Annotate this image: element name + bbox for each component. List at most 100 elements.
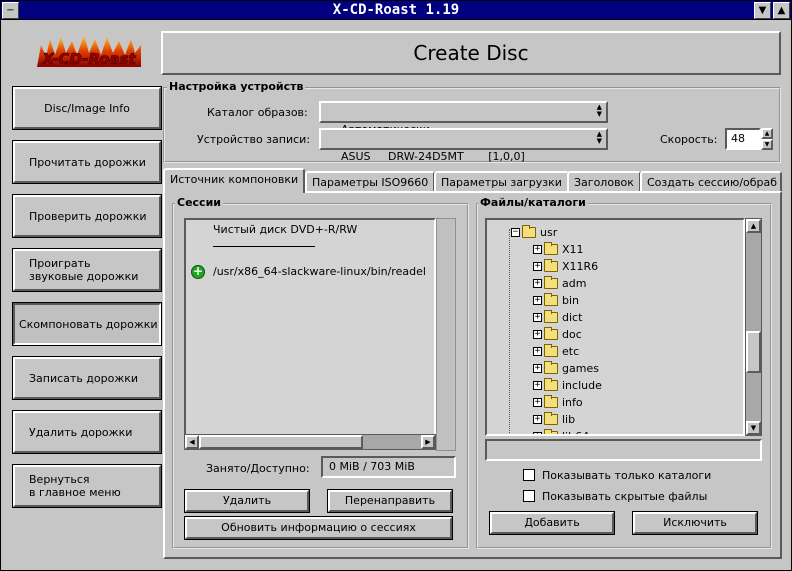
- folder-icon: [544, 259, 558, 272]
- tree-row[interactable]: + lib: [533, 411, 575, 428]
- chevron-updown-icon: ▲ ▼: [596, 130, 602, 145]
- tab-create-session[interactable]: Создать сессию/обраб: [640, 171, 782, 192]
- sidebar-item-back-main[interactable]: Вернуться в главное меню: [12, 464, 162, 508]
- expand-icon[interactable]: +: [533, 347, 542, 356]
- expand-icon[interactable]: +: [533, 313, 542, 322]
- path-entry[interactable]: [485, 439, 762, 461]
- delete-session-button[interactable]: Удалить: [184, 489, 310, 513]
- expand-icon[interactable]: +: [533, 279, 542, 288]
- tree-row[interactable]: + info: [533, 394, 583, 411]
- disc-type-text: Чистый диск DVD+-R/RW: [213, 223, 358, 236]
- speed-up-button[interactable]: ▲: [761, 128, 773, 139]
- tree-label: include: [562, 379, 602, 392]
- folder-icon: [544, 293, 558, 306]
- sessions-list[interactable]: Чистый диск DVD+-R/RW + /usr/x86_64-slac…: [184, 218, 436, 436]
- session-separator: [213, 237, 315, 247]
- show-hidden-label: Показывать скрытые файлы: [542, 490, 708, 503]
- image-dir-label: Каталог образов:: [207, 106, 308, 119]
- tab-iso9660[interactable]: Параметры ISO9660: [305, 171, 436, 192]
- file-tree[interactable]: − usr + X11 + X11R6 + adm + bin + dict + doc +…: [485, 218, 745, 436]
- tree-row[interactable]: + dict: [533, 309, 582, 326]
- show-hidden-checkbox[interactable]: [523, 490, 535, 502]
- show-dirs-only-label: Показывать только каталоги: [542, 469, 712, 482]
- scroll-thumb[interactable]: [199, 435, 363, 449]
- tree-row[interactable]: + bin: [533, 292, 579, 309]
- tree-label: doc: [562, 328, 582, 341]
- collapse-icon[interactable]: −: [511, 228, 520, 237]
- add-session-icon: +: [191, 264, 205, 279]
- expand-icon[interactable]: +: [533, 245, 542, 254]
- folder-open-icon: [522, 225, 536, 238]
- sidebar-item-write-tracks[interactable]: Записать дорожки: [12, 356, 162, 400]
- expand-icon[interactable]: +: [533, 262, 542, 271]
- tab-layout-source[interactable]: Источник компоновки: [163, 168, 306, 193]
- scroll-down-button[interactable]: ▼: [746, 421, 761, 435]
- refresh-sessions-button[interactable]: Обновить информацию о сессиях: [184, 516, 453, 540]
- tree-label: games: [562, 362, 599, 375]
- folder-icon: [544, 412, 558, 425]
- device-settings-title: Настройка устройств: [167, 80, 306, 93]
- scroll-up-button[interactable]: ▲: [746, 219, 761, 233]
- expand-icon[interactable]: +: [533, 296, 542, 305]
- scroll-thumb[interactable]: [746, 331, 761, 373]
- writer-select[interactable]: ASUS DRW-24D5MT [1,0,0] ▲ ▼: [319, 128, 608, 163]
- logo-text: X-CD-Roast: [41, 50, 136, 68]
- tree-row[interactable]: + X11R6: [533, 258, 598, 275]
- session-path: /usr/x86_64-slackware-linux/bin/readel: [213, 265, 426, 278]
- expand-icon[interactable]: +: [533, 398, 542, 407]
- expand-icon[interactable]: +: [533, 415, 542, 424]
- redirect-button[interactable]: Перенаправить: [327, 489, 453, 513]
- tree-row[interactable]: + doc: [533, 326, 582, 343]
- sidebar-item-disc-info[interactable]: Disc/Image Info: [12, 86, 162, 130]
- expand-icon[interactable]: +: [533, 364, 542, 373]
- window-title: X-CD-Roast 1.19: [332, 2, 460, 18]
- tree-row[interactable]: + games: [533, 360, 599, 377]
- sidebar-item-verify-tracks[interactable]: Проверить дорожки: [12, 194, 162, 238]
- image-dir-select[interactable]: Автоматически ▲▼: [319, 101, 608, 136]
- show-dirs-only-checkbox[interactable]: [523, 469, 535, 481]
- expand-icon[interactable]: +: [533, 330, 542, 339]
- tree-row[interactable]: + etc: [533, 343, 579, 360]
- tab-header[interactable]: Заголовок: [567, 171, 641, 192]
- sidebar-item-play-audio[interactable]: Проиграть звуковые дорожки: [12, 248, 162, 292]
- tree-label: usr: [540, 226, 558, 239]
- expand-icon[interactable]: +: [533, 381, 542, 390]
- tree-label: bin: [562, 294, 580, 307]
- exclude-button[interactable]: Исключить: [632, 511, 758, 535]
- speed-input[interactable]: 48: [725, 128, 761, 150]
- scroll-right-button[interactable]: ▶: [421, 435, 435, 449]
- tree-row[interactable]: + adm: [533, 275, 586, 292]
- sessions-title: Сессии: [175, 196, 223, 209]
- tree-row-root[interactable]: − usr: [511, 224, 557, 241]
- expand-icon[interactable]: +: [533, 432, 542, 434]
- used-available-label: Занято/Доступно:: [206, 462, 310, 475]
- tree-row[interactable]: + lib64: [533, 428, 589, 434]
- folder-icon: [544, 242, 558, 255]
- tree-row[interactable]: + include: [533, 377, 602, 394]
- tree-label: X11R6: [562, 260, 599, 273]
- speed-down-button[interactable]: ▼: [761, 139, 773, 150]
- scroll-left-button[interactable]: ◀: [185, 435, 199, 449]
- maximize-button[interactable]: ▲: [773, 2, 790, 19]
- minimize-button[interactable]: ▼: [754, 2, 771, 19]
- tab-boot-options[interactable]: Параметры загрузки: [434, 171, 569, 192]
- xcdroast-logo: X-CD-Roast: [37, 35, 141, 68]
- folder-icon: [544, 327, 558, 340]
- files-title: Файлы/каталоги: [478, 196, 588, 209]
- add-button[interactable]: Добавить: [489, 511, 615, 535]
- sidebar-item-master-tracks[interactable]: Скомпоновать дорожки: [12, 302, 162, 346]
- sessions-hscrollbar[interactable]: ◀ ▶: [184, 434, 436, 450]
- folder-icon: [544, 276, 558, 289]
- sessions-side-strip: [436, 218, 456, 451]
- tree-label: X11: [562, 243, 584, 256]
- tree-row[interactable]: + X11: [533, 241, 584, 258]
- tree-label: dict: [562, 311, 583, 324]
- app-window: − X-CD-Roast 1.19 ▼ ▲ X-CD-Roast Create …: [0, 0, 792, 571]
- tree-label: info: [562, 396, 583, 409]
- title-bar[interactable]: − X-CD-Roast 1.19 ▼ ▲: [1, 1, 791, 20]
- sidebar-item-delete-tracks[interactable]: Удалить дорожки: [12, 410, 162, 454]
- sidebar-item-read-tracks[interactable]: Прочитать дорожки: [12, 140, 162, 184]
- files-vscrollbar[interactable]: ▲ ▼: [745, 218, 762, 436]
- used-available-value: 0 MiB / 703 MiB: [321, 456, 456, 478]
- page-title: Create Disc: [161, 31, 781, 75]
